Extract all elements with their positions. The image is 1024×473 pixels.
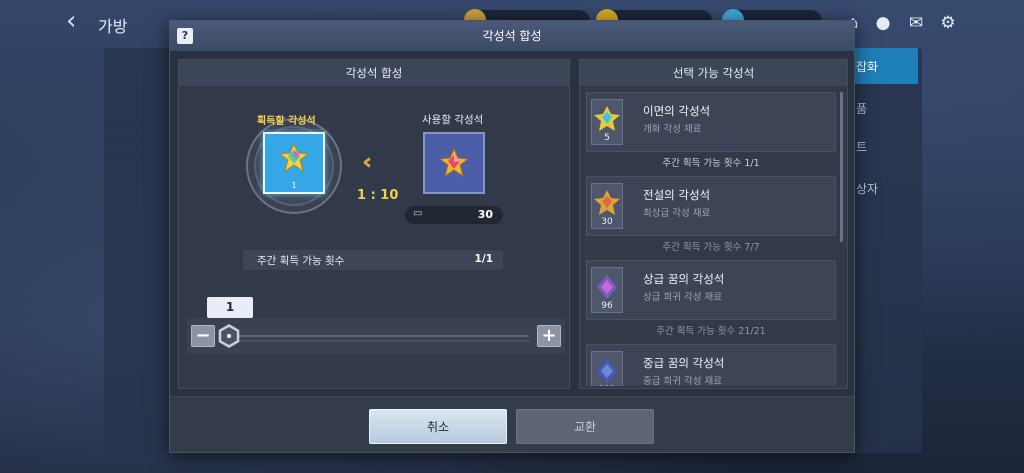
double-chevron-left-icon: ‹‹	[362, 150, 373, 175]
side-tab-3[interactable]: 트	[852, 128, 918, 164]
plus-button[interactable]: +	[537, 325, 561, 347]
synthesis-panel: 각성석 합성 획득할 각성석 1 ‹‹ 1 : 10 사용할 각성석 ▭ 30	[178, 59, 570, 389]
list-item[interactable]: 5 이면의 각성석 개화 각성 재료 주간 획득 가능 횟수 1/1	[586, 92, 836, 176]
stone-desc: 중급 희귀 각성 재료	[643, 376, 722, 386]
stone-thumbnail: 96	[591, 267, 623, 313]
gear-icon[interactable]: ⚙	[937, 12, 959, 34]
target-stone-slot[interactable]: 1	[263, 132, 325, 194]
list-item[interactable]: 30 전설의 각성석 최상급 각성 재료 주간 획득 가능 횟수 7/7	[586, 176, 836, 260]
stone-card[interactable]: 5 이면의 각성석 개화 각성 재료	[586, 92, 836, 152]
stone-card[interactable]: 202 중급 꿈의 각성석 중급 희귀 각성 재료	[586, 344, 836, 386]
stone-select-panel: 선택 가능 각성석 5 이면의 각성석 개화 각성 재료 주간 획득 가능 횟수…	[579, 59, 848, 389]
mail-icon[interactable]: ✉	[905, 12, 927, 34]
inventory-title: 가방	[98, 17, 128, 36]
stone-name: 중급 꿈의 각성석	[643, 356, 725, 370]
legend-stone-icon	[439, 148, 469, 178]
stone-name: 전설의 각성석	[643, 188, 711, 202]
stone-card[interactable]: 30 전설의 각성석 최상급 각성 재료	[586, 176, 836, 236]
slider-track[interactable]	[231, 335, 529, 337]
slider-track-lower	[231, 340, 529, 342]
use-label: 사용할 각성석	[422, 114, 484, 126]
owned-count-bar: ▭ 30	[405, 206, 503, 224]
side-tab-box[interactable]: 상자	[852, 170, 918, 206]
stone-desc: 상급 희귀 각성 재료	[643, 292, 722, 303]
stone-name: 상급 꿈의 각성석	[643, 272, 725, 286]
modal-title: 각성석 합성	[482, 29, 542, 43]
stone-quantity: 30	[601, 217, 613, 227]
chat-icon[interactable]: ●	[872, 12, 894, 34]
list-item[interactable]: 202 중급 꿈의 각성석 중급 희귀 각성 재료	[586, 344, 836, 386]
dream-stone-icon	[597, 359, 617, 383]
target-quantity: 1	[291, 181, 297, 190]
stone-name: 이면의 각성석	[643, 104, 711, 118]
stone-quantity: 202	[592, 385, 622, 386]
rainbow-stone-icon	[594, 106, 620, 131]
stone-card[interactable]: 96 상급 꿈의 각성석 상급 희귀 각성 재료	[586, 260, 836, 320]
side-tab-2[interactable]: 품	[852, 90, 918, 126]
exchange-button[interactable]: 교환	[516, 409, 654, 444]
stone-weekly-limit: 주간 획득 가능 횟수 21/21	[656, 326, 766, 337]
scrollbar[interactable]	[840, 92, 843, 242]
stone-weekly-limit: 주간 획득 가능 횟수 1/1	[662, 158, 760, 169]
modal-footer: 취소 교환	[170, 396, 854, 452]
slider-handle-dot	[227, 334, 231, 338]
list-item[interactable]: 96 상급 꿈의 각성석 상급 희귀 각성 재료 주간 획득 가능 횟수 21/…	[586, 260, 836, 344]
side-tab-misc[interactable]: 잡화	[852, 48, 918, 84]
target-label: 획득할 각성석	[257, 116, 316, 127]
bag-icon: ▭	[413, 208, 423, 219]
rainbow-stone-icon	[279, 143, 309, 173]
stone-select-title: 선택 가능 각성석	[580, 60, 847, 86]
stone-weekly-limit: 주간 획득 가능 횟수 7/7	[662, 242, 760, 253]
synthesis-modal: ? 각성석 합성 각성석 합성 획득할 각성석 1 ‹‹ 1 : 10 사용할 …	[169, 20, 855, 453]
stone-thumbnail: 202	[591, 351, 623, 386]
modal-header: ? 각성석 합성	[170, 21, 854, 51]
legend-stone-icon	[594, 190, 620, 215]
stone-thumbnail: 30	[591, 183, 623, 229]
source-stone-slot[interactable]	[423, 132, 485, 194]
stone-quantity: 96	[601, 301, 613, 311]
quantity-slider[interactable]: − +	[187, 318, 565, 354]
back-arrow-icon[interactable]: ‹	[66, 8, 90, 34]
synthesis-panel-title: 각성석 합성	[179, 60, 569, 86]
minus-button[interactable]: −	[191, 325, 215, 347]
stone-desc: 개화 각성 재료	[643, 124, 702, 135]
weekly-limit-bar: 주간 획득 가능 횟수 1/1	[243, 250, 503, 270]
stone-thumbnail: 5	[591, 99, 623, 145]
stone-list: 5 이면의 각성석 개화 각성 재료 주간 획득 가능 횟수 1/1 30 전설…	[586, 92, 836, 386]
cancel-button[interactable]: 취소	[369, 409, 507, 444]
help-button[interactable]: ?	[177, 28, 193, 44]
stone-desc: 최상급 각성 재료	[643, 208, 711, 219]
owned-count: 30	[477, 208, 493, 221]
slider-value-tooltip: 1	[207, 297, 253, 323]
weekly-limit-label: 주간 획득 가능 횟수	[257, 255, 345, 267]
weekly-limit-value: 1/1	[474, 253, 493, 265]
stone-quantity: 5	[604, 133, 610, 143]
dream-stone-icon	[597, 275, 617, 299]
exchange-ratio: 1 : 10	[357, 188, 399, 203]
